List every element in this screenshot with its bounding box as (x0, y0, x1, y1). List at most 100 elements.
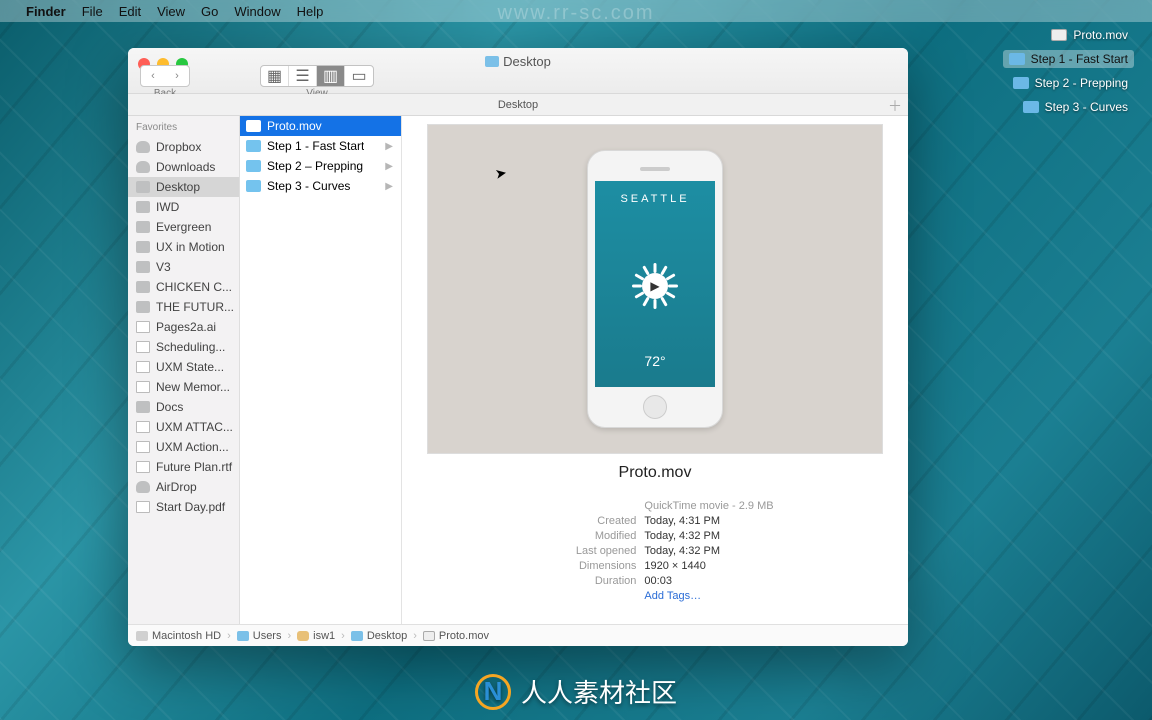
view-icon-grid-icon[interactable]: ▦ (261, 66, 289, 86)
watermark-footer-text: 人人素材社区 (521, 673, 677, 710)
doc-icon (136, 361, 150, 373)
desktop-item-label: Step 1 - Fast Start (1031, 52, 1128, 66)
new-tab-icon[interactable]: ＋ (888, 96, 902, 116)
column-item[interactable]: Step 3 - Curves▶ (240, 176, 401, 196)
sidebar-item-label: UXM Action... (156, 440, 229, 454)
menu-go[interactable]: Go (201, 4, 218, 19)
sidebar-item[interactable]: V3 (128, 257, 239, 277)
app-name[interactable]: Finder (26, 4, 66, 19)
sidebar-item[interactable]: New Memor... (128, 377, 239, 397)
path-item[interactable]: isw1 (297, 630, 335, 642)
sidebar-item-label: CHICKEN C... (156, 280, 232, 294)
back-icon[interactable]: ‹ (141, 66, 165, 86)
fld-icon (136, 221, 150, 233)
folder-icon (246, 180, 261, 192)
view-columns-icon[interactable]: ▥ (317, 66, 345, 86)
doc-icon (136, 501, 150, 513)
path-item[interactable]: Proto.mov (423, 630, 489, 642)
sidebar-item[interactable]: Evergreen (128, 217, 239, 237)
path-item[interactable]: Users (237, 630, 282, 642)
column-item[interactable]: Step 1 - Fast Start▶ (240, 136, 401, 156)
tab-desktop[interactable]: Desktop (498, 99, 538, 111)
doc-icon (136, 461, 150, 473)
folder-icon (1013, 77, 1029, 89)
desktop-item[interactable]: Step 2 - Prepping (1007, 74, 1134, 92)
chevron-right-icon: ▶ (385, 141, 393, 152)
phone-screen: SEATTLE (595, 181, 715, 387)
mov-icon (423, 631, 435, 641)
desktop-item[interactable]: Step 1 - Fast Start (1003, 50, 1134, 68)
sidebar-item[interactable]: IWD (128, 197, 239, 217)
fld-icon (136, 261, 150, 273)
sidebar-item[interactable]: Start Day.pdf (128, 497, 239, 517)
desktop-item[interactable]: Proto.mov (1045, 26, 1134, 44)
folder-icon (485, 56, 499, 67)
add-tags-button[interactable]: Add Tags… (644, 590, 773, 602)
folder-icon (246, 140, 261, 152)
preview-filename: Proto.mov (619, 464, 692, 482)
sidebar-item-label: Evergreen (156, 220, 211, 234)
sidebar-item[interactable]: UXM State... (128, 357, 239, 377)
sidebar-item-label: Desktop (156, 180, 200, 194)
desktop-item-label: Step 2 - Prepping (1035, 76, 1128, 90)
menu-help[interactable]: Help (297, 4, 324, 19)
cloud-icon (136, 141, 150, 153)
fld-icon (351, 631, 363, 641)
desktop-item[interactable]: Step 3 - Curves (1017, 98, 1134, 116)
chevron-right-icon: › (341, 630, 345, 642)
fld-icon (136, 241, 150, 253)
logo-icon: N (475, 674, 511, 710)
menu-file[interactable]: File (82, 4, 103, 19)
sidebar-item[interactable]: UXM ATTAC... (128, 417, 239, 437)
sidebar-item[interactable]: Docs (128, 397, 239, 417)
path-item-label: Macintosh HD (152, 630, 221, 642)
cloud-icon (136, 481, 150, 493)
path-item[interactable]: Desktop (351, 630, 407, 642)
chevron-right-icon: › (227, 630, 231, 642)
meta-val: 00:03 (644, 575, 773, 587)
sidebar-item-label: AirDrop (156, 480, 197, 494)
view-segmented[interactable]: ▦ ☰ ▥ ▭ (260, 65, 374, 87)
sidebar-item[interactable]: Pages2a.ai (128, 317, 239, 337)
folder-icon (1009, 53, 1025, 65)
meta-key: Modified (536, 530, 636, 542)
view-list-icon[interactable]: ☰ (289, 66, 317, 86)
hd-icon (136, 631, 148, 641)
sidebar-item[interactable]: AirDrop (128, 477, 239, 497)
column-item-label: Step 2 – Prepping (267, 159, 363, 173)
nav-back-forward[interactable]: ‹ › (140, 65, 190, 87)
column-1: Proto.movStep 1 - Fast Start▶Step 2 – Pr… (240, 116, 402, 624)
sun-icon: ▶ (632, 263, 678, 309)
doc-icon (136, 341, 150, 353)
preview-metadata: QuickTime movie - 2.9 MB CreatedToday, 4… (536, 500, 773, 602)
column-item[interactable]: Proto.mov (240, 116, 401, 136)
sidebar-item[interactable]: Dropbox (128, 137, 239, 157)
column-item[interactable]: Step 2 – Prepping ▶ (240, 156, 401, 176)
phone-mockup: SEATTLE (587, 150, 723, 428)
sidebar-item[interactable]: Future Plan.rtf (128, 457, 239, 477)
titlebar: Desktop ‹ › Back ▦ ☰ ▥ ▭ View (128, 48, 908, 94)
desktop-icons: Proto.mov Step 1 - Fast Start Step 2 - Pre… (1003, 26, 1134, 116)
menu-window[interactable]: Window (234, 4, 280, 19)
meta-val: Today, 4:32 PM (644, 545, 773, 557)
sidebar-item[interactable]: THE FUTUR... (128, 297, 239, 317)
sidebar-item-label: Docs (156, 400, 183, 414)
watermark-url: www.rr-sc.com (497, 2, 654, 25)
sidebar-item[interactable]: Downloads (128, 157, 239, 177)
view-coverflow-icon[interactable]: ▭ (345, 66, 373, 86)
menu-edit[interactable]: Edit (119, 4, 141, 19)
chevron-right-icon: ▶ (385, 161, 393, 172)
forward-icon[interactable]: › (165, 66, 189, 86)
file-type: QuickTime movie - 2.9 MB (644, 500, 773, 512)
fld-icon (237, 631, 249, 641)
path-item[interactable]: Macintosh HD (136, 630, 221, 642)
sidebar-item[interactable]: Desktop (128, 177, 239, 197)
fld-icon (136, 181, 150, 193)
sidebar: Favorites DropboxDownloadsDesktopIWDEver… (128, 116, 240, 624)
sidebar-item[interactable]: UX in Motion (128, 237, 239, 257)
menu-view[interactable]: View (157, 4, 185, 19)
sidebar-item[interactable]: Scheduling... (128, 337, 239, 357)
sidebar-item[interactable]: CHICKEN C... (128, 277, 239, 297)
sidebar-item-label: Scheduling... (156, 340, 225, 354)
sidebar-item[interactable]: UXM Action... (128, 437, 239, 457)
